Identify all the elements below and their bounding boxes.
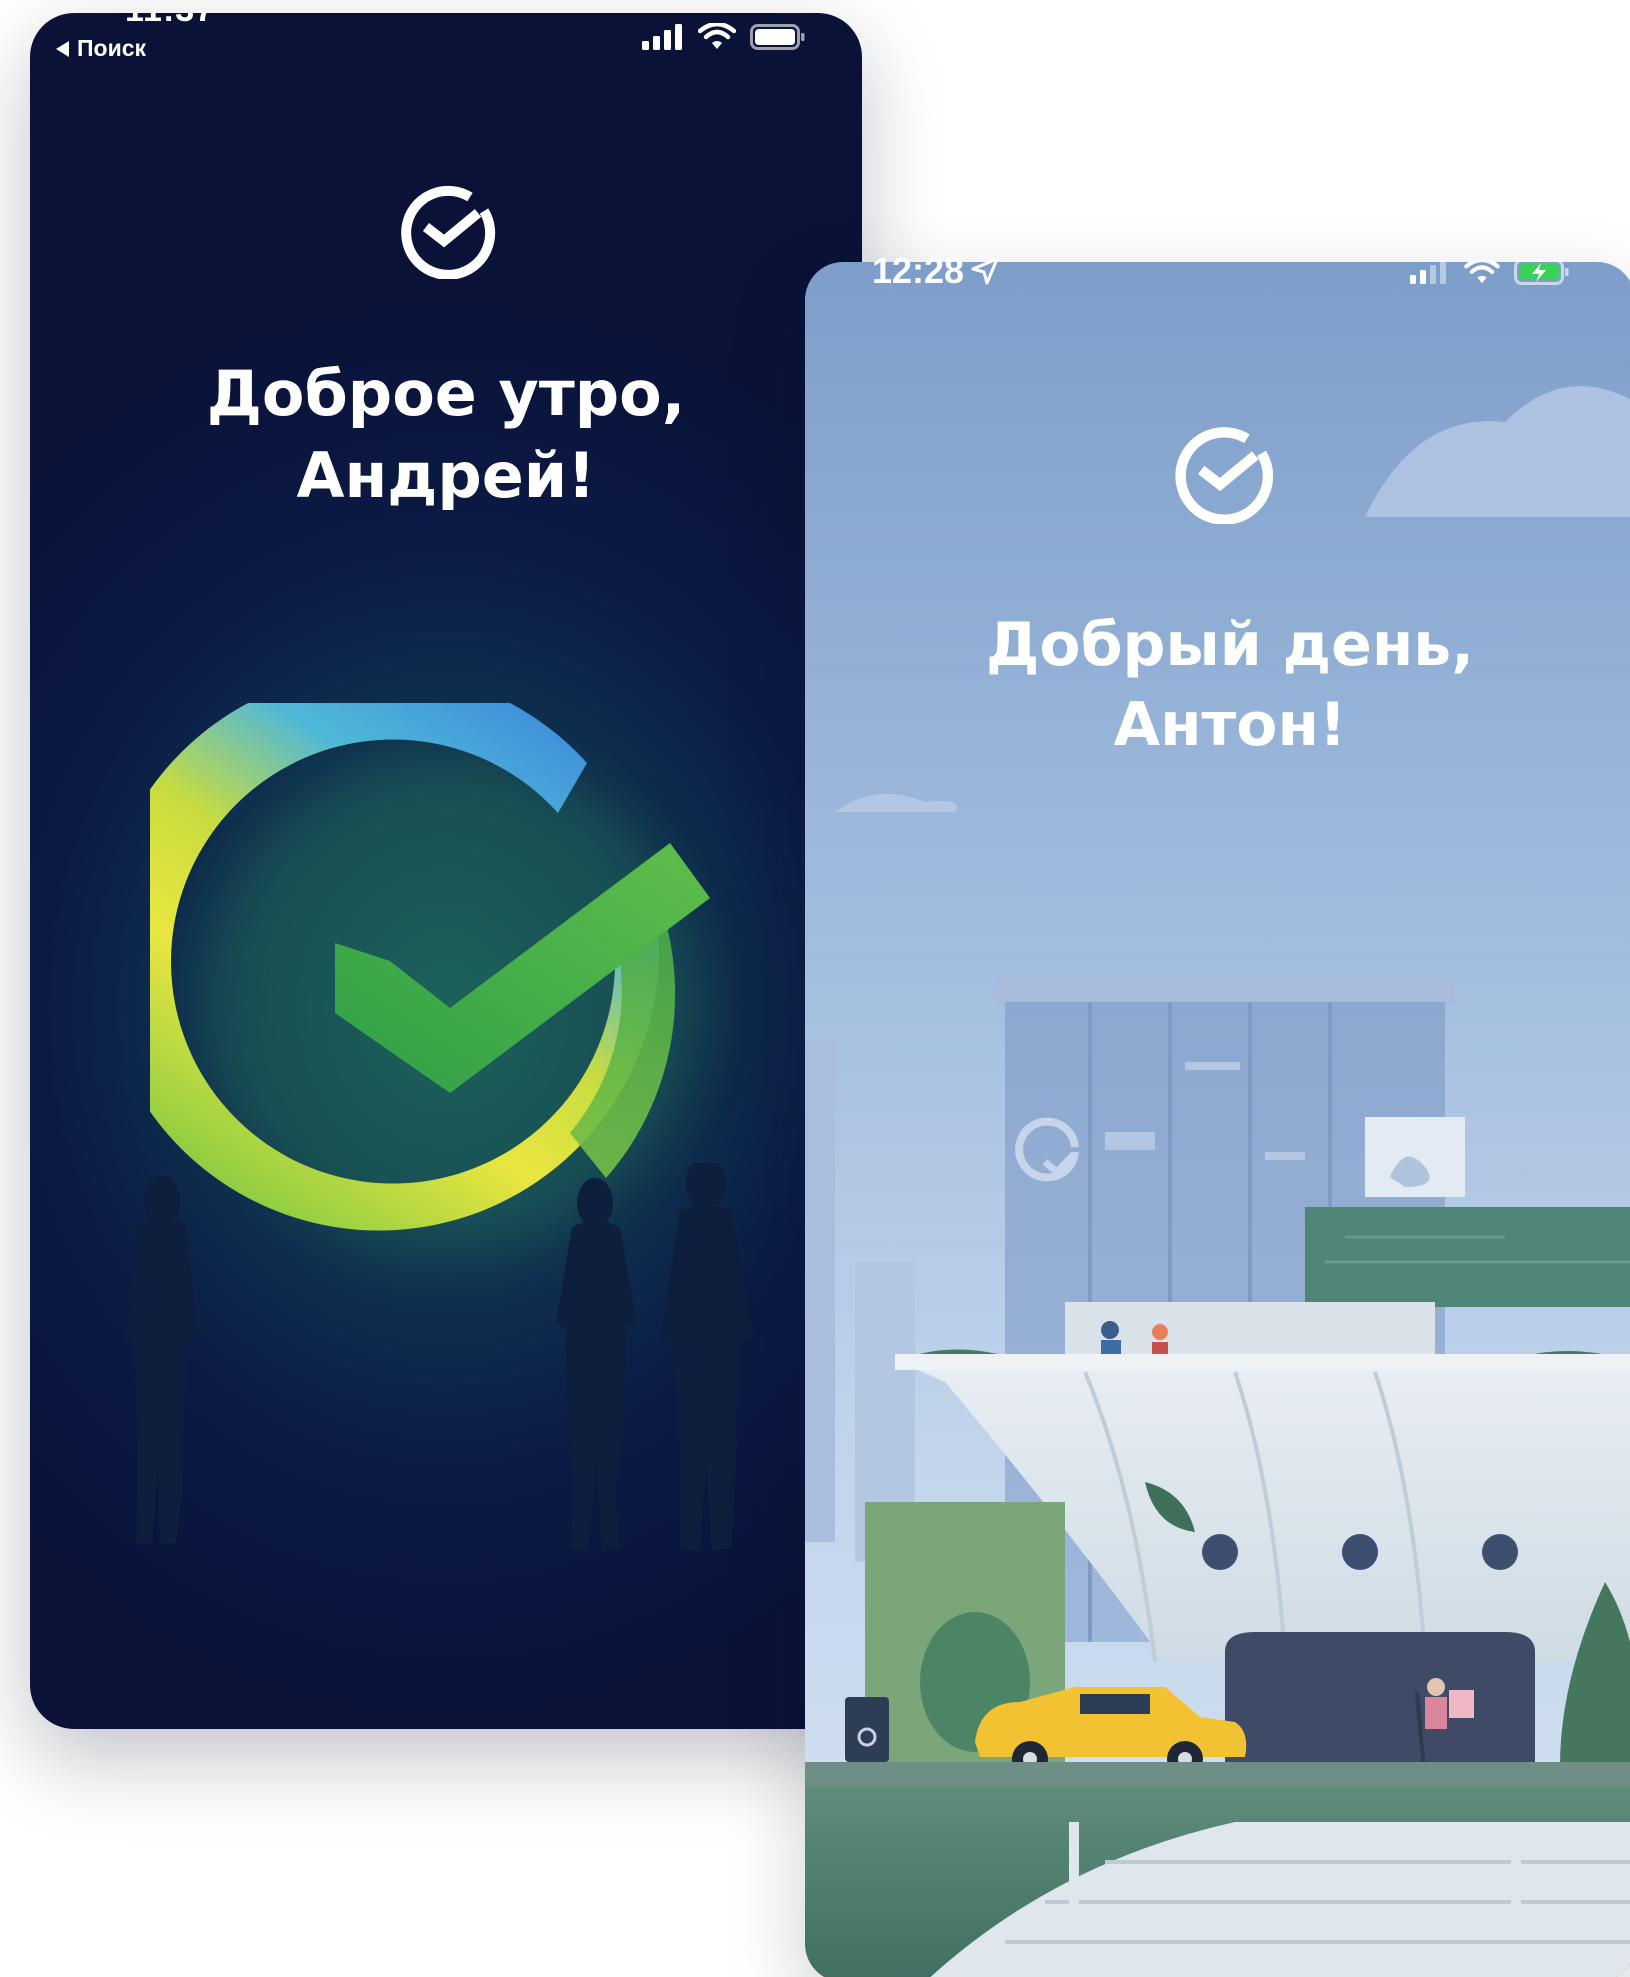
cellular-signal-icon <box>1410 260 1446 284</box>
greeting-heading-light: Добрый день, Антон! <box>905 605 1555 765</box>
status-time-light: 12:28 <box>872 250 1000 292</box>
system-indicators-light <box>1410 258 1570 286</box>
showcase-canvas: 11:37 Поиск <box>0 0 1630 1977</box>
status-time-text: 12:28 <box>872 250 965 291</box>
back-triangle-icon <box>56 40 69 57</box>
battery-icon <box>750 24 805 50</box>
greeting-line-2: Андрей! <box>296 439 596 512</box>
wifi-icon <box>698 23 736 49</box>
location-arrow-icon <box>971 257 999 285</box>
cellular-signal-icon <box>642 24 682 50</box>
brand-logo-icon <box>1175 427 1274 524</box>
phone-screen-morning: 11:37 Поиск <box>30 13 862 1729</box>
greeting-line-1: Доброе утро, <box>206 357 686 430</box>
battery-charging-icon <box>1514 259 1569 285</box>
status-bar: 11:37 Поиск <box>30 13 862 83</box>
status-time: 11:37 <box>125 13 215 30</box>
greeting-line-2: Антон! <box>1113 690 1347 760</box>
back-to-search-link[interactable]: Поиск <box>56 35 146 62</box>
system-indicators <box>642 23 806 51</box>
back-label: Поиск <box>77 35 147 61</box>
greeting-line-1: Добрый день, <box>985 610 1475 680</box>
greeting-heading: Доброе утро, Андрей! <box>30 353 862 517</box>
brand-logo-icon <box>401 185 496 279</box>
wifi-icon <box>1464 259 1500 284</box>
people-silhouettes-illustration <box>126 1163 754 1551</box>
